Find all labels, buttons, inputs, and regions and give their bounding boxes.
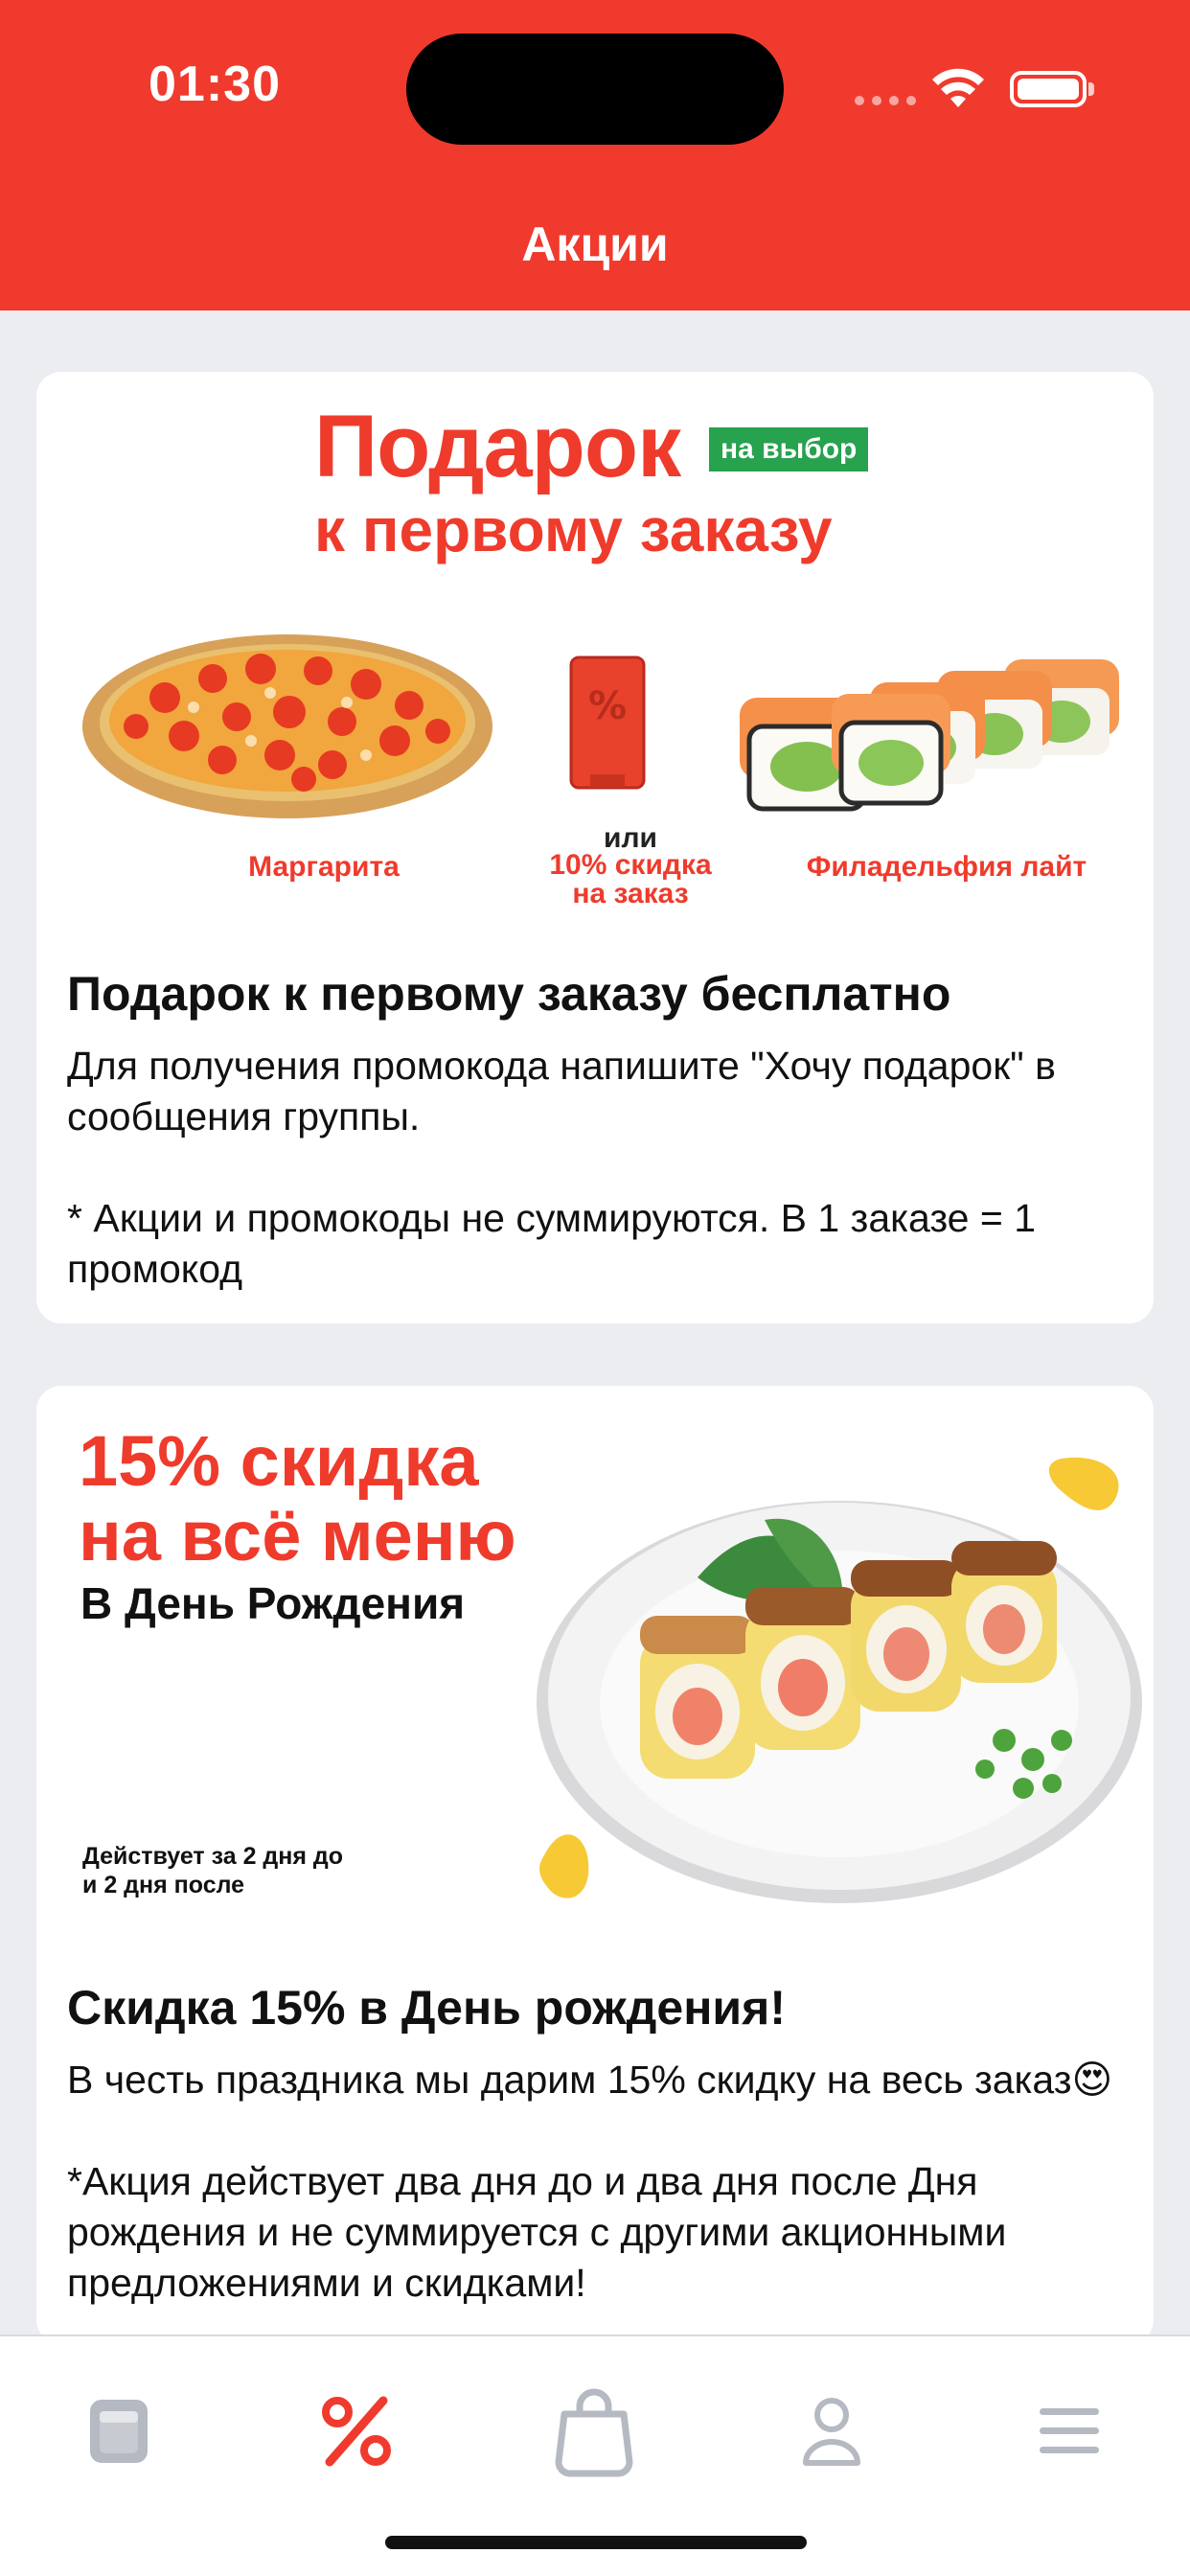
banner-subheadline: к первому заказу bbox=[314, 495, 833, 564]
tab-more[interactable] bbox=[1012, 2379, 1127, 2484]
cellular-signal-icon bbox=[855, 96, 916, 105]
tab-promotions[interactable] bbox=[299, 2379, 414, 2484]
gift-option-label: Филадельфия лайт bbox=[806, 851, 1087, 883]
promo-title: Подарок к первому заказу бесплатно bbox=[67, 967, 951, 1021]
battery-icon bbox=[1010, 71, 1087, 107]
wifi-icon bbox=[932, 68, 984, 107]
promo-description: Для получения промокода напишите "Хочу п… bbox=[67, 1044, 1056, 1291]
hamburger-icon bbox=[1040, 2408, 1099, 2453]
menu-book-icon bbox=[90, 2400, 148, 2463]
promo-description: В честь праздника мы дарим 15% скидку на… bbox=[67, 2058, 1113, 2305]
banner-headline: 15% скидка на всё меню bbox=[79, 1421, 516, 1576]
pizza-image bbox=[82, 634, 492, 818]
home-indicator[interactable] bbox=[385, 2536, 807, 2549]
profile-icon bbox=[803, 2398, 860, 2466]
shopping-bag-icon bbox=[555, 2388, 633, 2477]
sushi-rolls-image bbox=[740, 659, 1119, 812]
gift-option-label: 10% скидка на заказ bbox=[549, 849, 712, 909]
status-time: 01:30 bbox=[149, 57, 281, 112]
banner-tag: на выбор bbox=[709, 427, 869, 472]
gift-option-label: Маргарита bbox=[248, 851, 400, 883]
banner-subheadline: В День Рождения bbox=[80, 1578, 466, 1628]
svg-text:%: % bbox=[588, 684, 627, 728]
dynamic-island bbox=[406, 34, 784, 145]
tab-menu[interactable] bbox=[61, 2379, 176, 2484]
sushi-plate-image bbox=[537, 1457, 1142, 1903]
discount-coupon-icon: % bbox=[569, 656, 646, 790]
promo-card-first-order[interactable]: Подарок на выбор к первому заказу % Марг… bbox=[36, 372, 1154, 1323]
top-bar: 01:30 Акции bbox=[0, 0, 1190, 310]
page-title: Акции bbox=[521, 218, 669, 271]
tab-profile[interactable] bbox=[774, 2379, 889, 2484]
banner-headline: Подарок bbox=[314, 398, 681, 495]
banner-note: Действует за 2 дня до и 2 дня после bbox=[82, 1843, 344, 1898]
promo-card-birthday[interactable]: 15% скидка на всё меню В День Рождения Д… bbox=[36, 1386, 1154, 2344]
tab-cart[interactable] bbox=[537, 2379, 652, 2484]
percent-icon bbox=[322, 2396, 391, 2467]
promo-title: Скидка 15% в День рождения! bbox=[67, 1981, 786, 2035]
